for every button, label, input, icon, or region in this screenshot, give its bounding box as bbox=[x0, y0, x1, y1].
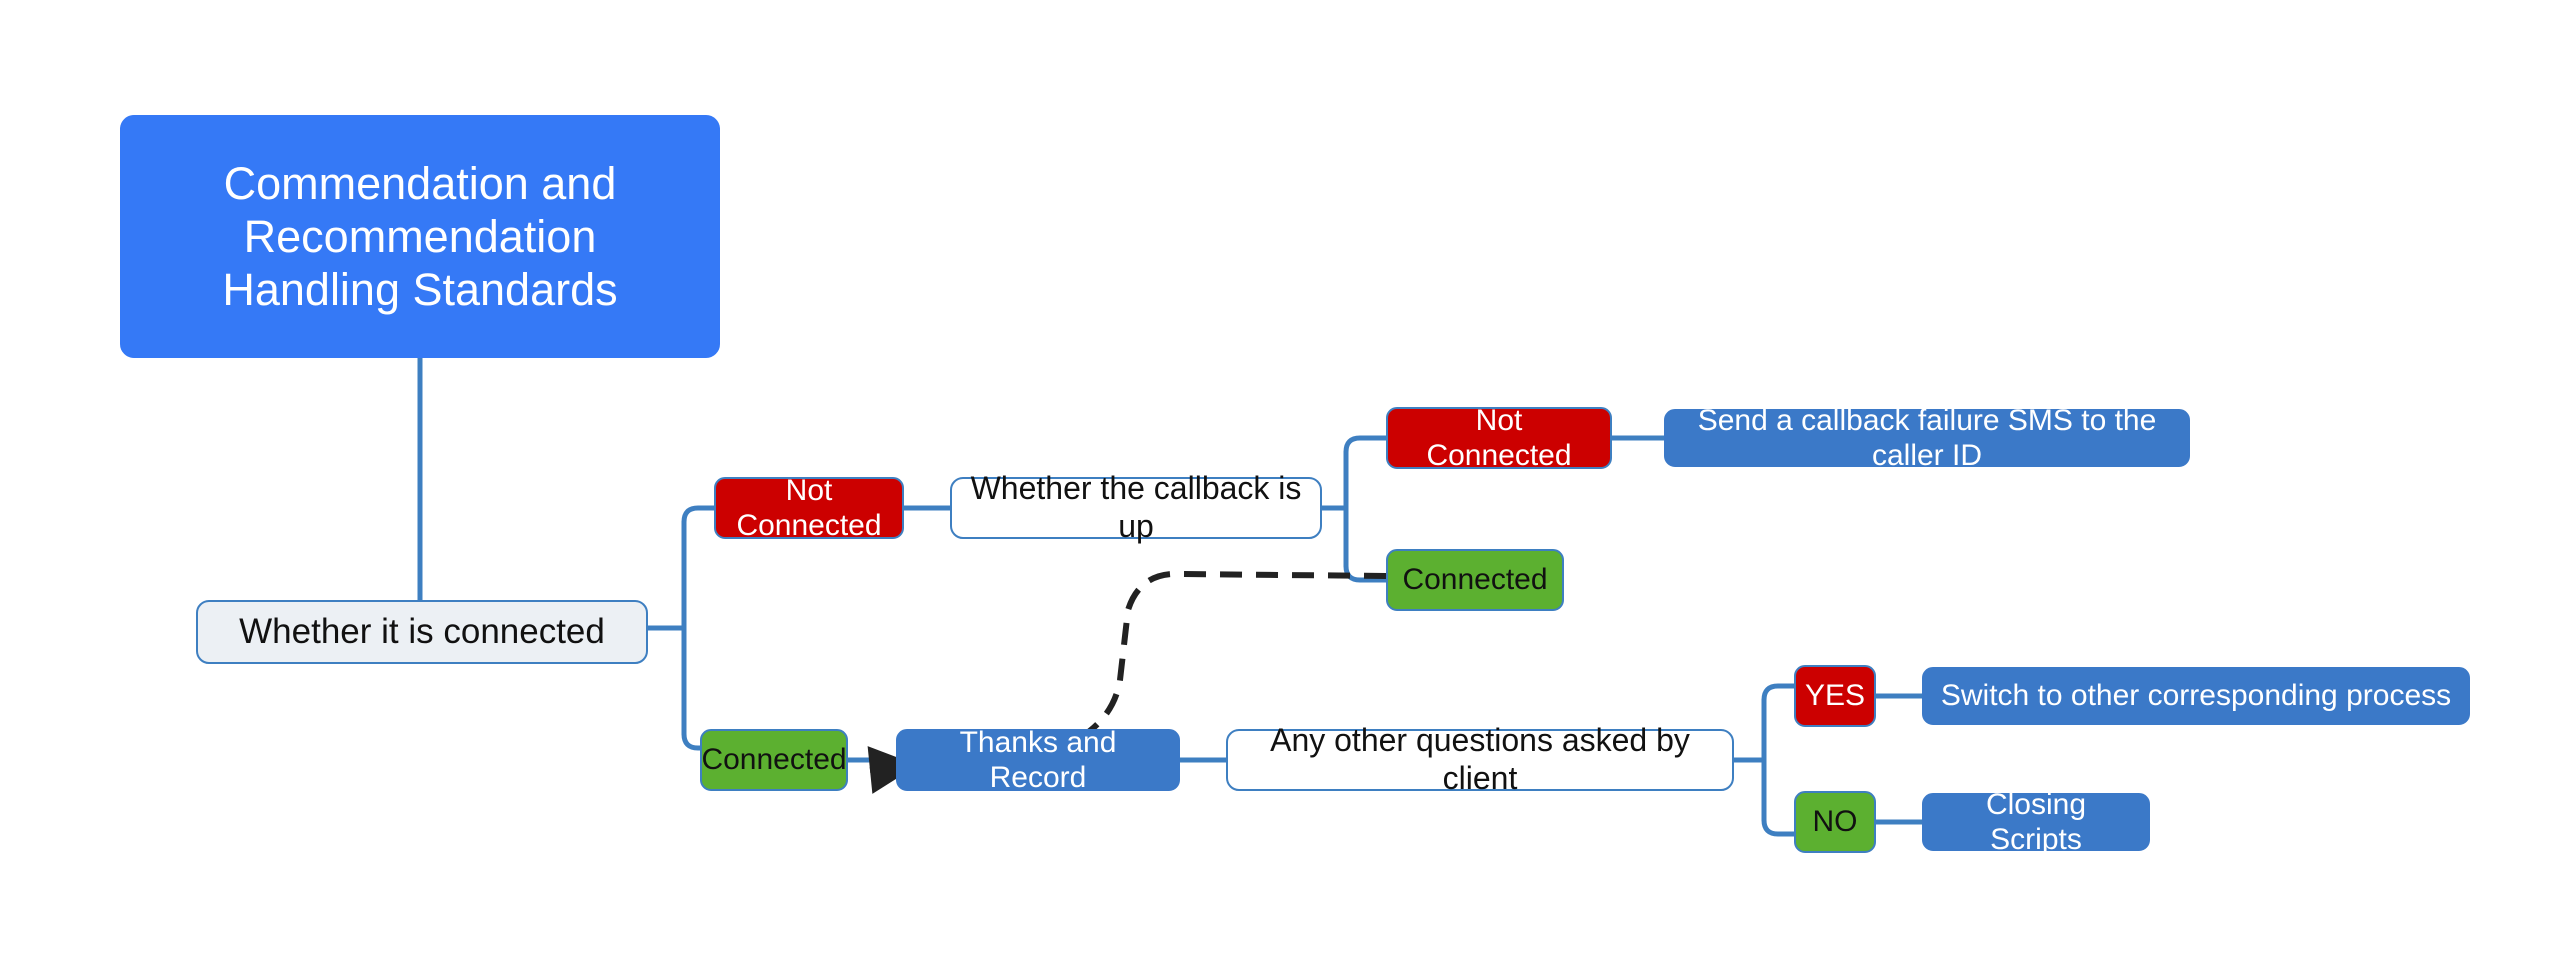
node-closing-scripts[interactable]: Closing Scripts bbox=[1922, 788, 2150, 856]
node-yes[interactable]: YES bbox=[1794, 665, 1876, 727]
node-whether-the-callback-is-up[interactable]: Whether the callback is up bbox=[950, 470, 1322, 544]
node-whether-it-is-connected[interactable]: Whether it is connected bbox=[196, 600, 648, 664]
edge-to-no bbox=[1761, 817, 1797, 837]
node-connected-answered[interactable]: Connected bbox=[700, 729, 848, 791]
node-not-connected-first[interactable]: Not Connected bbox=[714, 474, 904, 542]
node-root[interactable]: Commendation and Recommendation Handling… bbox=[120, 115, 720, 358]
node-not-connected-second[interactable]: Not Connected bbox=[1386, 404, 1612, 472]
edge-to-connected-top bbox=[1343, 563, 1389, 583]
node-thanks-and-record[interactable]: Thanks and Record bbox=[896, 726, 1180, 794]
edge-to-not-connected-2 bbox=[1343, 435, 1389, 455]
node-switch-to-other-process[interactable]: Switch to other corresponding process bbox=[1922, 667, 2470, 725]
edge-to-not-connected-1 bbox=[681, 505, 717, 525]
edge-to-yes bbox=[1761, 683, 1797, 703]
node-any-other-questions[interactable]: Any other questions asked by client bbox=[1226, 722, 1734, 796]
node-send-callback-failure-sms[interactable]: Send a callback failure SMS to the calle… bbox=[1664, 404, 2190, 472]
mindmap-canvas: Connected (bottom) --> Commendation and … bbox=[0, 0, 2560, 963]
node-no[interactable]: NO bbox=[1794, 791, 1876, 853]
node-connected-callback-up[interactable]: Connected bbox=[1386, 549, 1564, 611]
